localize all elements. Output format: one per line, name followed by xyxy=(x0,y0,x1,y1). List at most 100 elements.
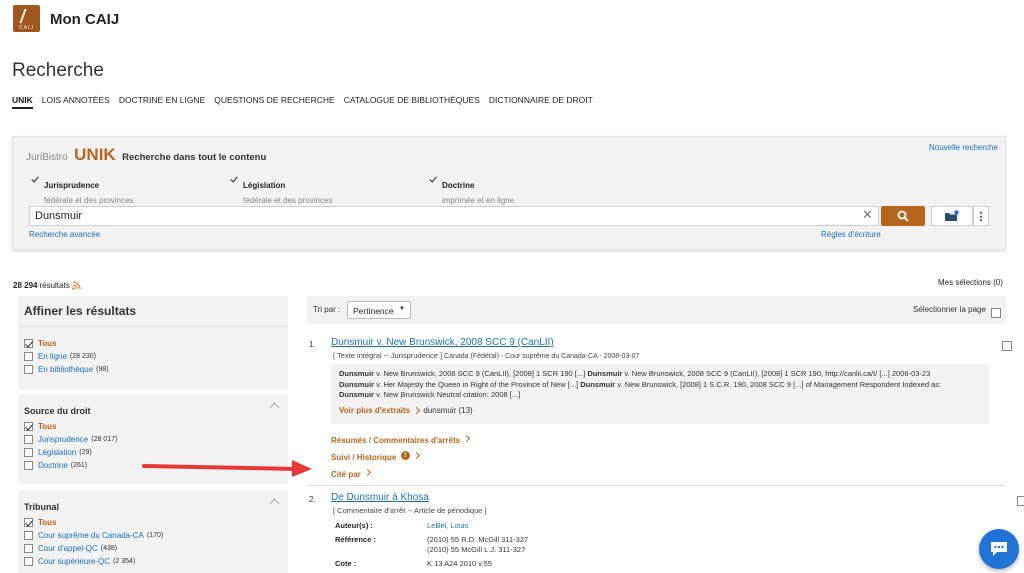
checkbox[interactable] xyxy=(24,448,33,457)
checkbox[interactable] xyxy=(24,365,33,374)
option-label: Législation xyxy=(243,181,286,190)
chevron-right-icon xyxy=(463,435,471,443)
summaries-link[interactable]: Résumés / Commentaires d'arrêts xyxy=(331,436,460,445)
excerpt-text: v. Her Majesty the Queen in Right of the… xyxy=(374,379,581,389)
rss-icon[interactable] xyxy=(71,281,81,290)
chat-button[interactable] xyxy=(979,529,1019,569)
filter-count: (29) xyxy=(79,449,92,456)
search-hit: Dunsmuir xyxy=(580,379,616,389)
result-link-summaries[interactable]: Résumés / Commentaires d'arrêts xyxy=(331,430,471,448)
excerpt-line: Dunsmuir v. Her Majesty the Queen in Rig… xyxy=(339,380,981,391)
checkbox[interactable] xyxy=(24,339,33,348)
filter-group-title: Tribunal xyxy=(24,502,60,512)
checkbox[interactable] xyxy=(24,461,33,470)
result-link-history[interactable]: Suivi / Historique ! xyxy=(331,447,420,465)
filter-tous[interactable]: Tous xyxy=(24,339,282,348)
result-title-link[interactable]: Dunsmuir v. New Brunswick, 2008 SCC 9 (C… xyxy=(331,337,554,348)
result-select-checkbox[interactable] xyxy=(1016,495,1024,506)
checkbox[interactable] xyxy=(24,435,33,444)
excerpt-line: Dunsmuir v. New Brunswick, 2008 SCC 9 (C… xyxy=(339,369,981,380)
result-title-link[interactable]: De Dunsmuir à Khosa xyxy=(331,492,429,503)
result-divider xyxy=(307,485,1006,486)
checkbox[interactable] xyxy=(24,422,33,431)
filter-label[interactable]: Législation xyxy=(38,448,76,457)
refine-panel-availability: Affiner les résultats Tous En ligne (28 2… xyxy=(18,296,288,390)
filter-count: (28 230) xyxy=(69,353,96,360)
checkbox[interactable] xyxy=(24,352,33,361)
filter-count: (98) xyxy=(96,366,109,373)
advanced-search-link[interactable]: Recherche avancée xyxy=(29,230,100,239)
checkbox[interactable] xyxy=(24,531,33,540)
filter-tous[interactable]: Tous xyxy=(24,518,282,527)
filter-label[interactable]: Doctrine xyxy=(38,461,68,470)
option-sub: imprimée et en ligne xyxy=(442,196,515,205)
search-button[interactable] xyxy=(881,206,925,226)
results-count: 28 294 résultats xyxy=(13,281,81,290)
filter-cour-supreme[interactable]: Cour suprême du Canada-CA (170) xyxy=(24,531,282,540)
filter-label[interactable]: Cour supérieure-QC xyxy=(38,557,110,566)
search-input[interactable]: Dunsmuir xyxy=(29,206,879,226)
my-selections-link[interactable]: Mes sélections (0) xyxy=(938,278,1003,287)
result-link-cited-by[interactable]: Cité par xyxy=(331,464,371,482)
unik-label: UNIK xyxy=(74,145,116,164)
caij-logo[interactable]: CAIJ xyxy=(13,5,40,32)
filter-jurisprudence[interactable]: Jurisprudence (28 017) xyxy=(24,435,282,444)
excerpt-text: v. New Brunswick, 2008 SCC 9 (CanLII), [… xyxy=(622,369,931,378)
tab-lois-annotees[interactable]: LOIS ANNOTÉES xyxy=(42,95,110,109)
option-doctrine[interactable]: Doctrine imprimée et en ligne xyxy=(429,175,514,205)
option-label: Doctrine xyxy=(442,181,475,190)
filter-en-ligne[interactable]: En ligne (28 230) xyxy=(24,352,282,361)
tab-doctrine-en-ligne[interactable]: DOCTRINE EN LIGNE xyxy=(119,95,205,109)
sort-select[interactable]: Pertinence ▼ xyxy=(347,301,411,319)
more-options-icon[interactable]: ⋮ xyxy=(973,206,989,226)
filter-label[interactable]: En bibliothèque xyxy=(38,365,93,374)
chat-icon xyxy=(991,542,1007,556)
refine-panel-tribunal: Tribunal Tous Cour suprême du Canada-CA(… xyxy=(18,490,288,573)
option-jurisprudence[interactable]: Jurisprudence fédérale et des provinces xyxy=(31,175,133,205)
chevron-right-icon xyxy=(363,469,371,477)
excerpt-text: v. New Brunswick Neutral citation: 2008 … xyxy=(374,390,521,399)
detail-label-cote: Cote : xyxy=(335,559,357,568)
tab-questions-de-recherche[interactable]: QUESTIONS DE RECHERCHE xyxy=(214,95,334,109)
result-type: [ Commentaire d'arrêt -- Article de péri… xyxy=(333,506,487,515)
save-folder-button[interactable] xyxy=(931,206,973,226)
detail-label-author: Auteur(s) : xyxy=(335,521,373,530)
filter-label[interactable]: Cour suprême du Canada-CA xyxy=(38,531,144,540)
chevron-down-icon: ▼ xyxy=(399,306,405,312)
writing-rules-link[interactable]: Règles d'écriture xyxy=(821,230,881,239)
filter-label: Tous xyxy=(38,518,57,527)
tab-dictionnaire-de-droit[interactable]: DICTIONNAIRE DE DROIT xyxy=(489,95,593,109)
filter-label: Tous xyxy=(38,339,57,348)
filter-label[interactable]: En ligne xyxy=(38,352,67,361)
results-label: résultats xyxy=(39,281,70,290)
reference-value-2: (2010) 55 McGill L.J. 311-327 xyxy=(427,545,526,554)
new-search-link[interactable]: Nouvelle recherche xyxy=(929,143,998,152)
filter-cour-appel[interactable]: Cour d'appel-QC (438) xyxy=(24,544,282,553)
tab-catalogue-bibliotheques[interactable]: CATALOGUE DE BIBLIOTHÈQUES xyxy=(344,95,480,109)
checkbox[interactable] xyxy=(24,557,33,566)
info-icon[interactable]: ! xyxy=(400,451,410,461)
filter-en-bibliotheque[interactable]: En bibliothèque (98) xyxy=(24,365,282,374)
history-link[interactable]: Suivi / Historique xyxy=(331,453,396,462)
tab-bar: UNIK LOIS ANNOTÉES DOCTRINE EN LIGNE QUE… xyxy=(12,95,593,109)
cited-by-link[interactable]: Cité par xyxy=(331,470,361,479)
option-legislation[interactable]: Législation fédérale et des provinces xyxy=(230,175,332,205)
checkbox[interactable] xyxy=(24,518,33,527)
results-toolbar xyxy=(307,296,1006,324)
more-extracts-link[interactable]: Voir plus d'extraits xyxy=(339,406,410,415)
results-number: 28 294 xyxy=(13,281,38,290)
filter-tous[interactable]: Tous xyxy=(24,422,282,431)
annotation-arrow xyxy=(142,460,312,477)
result-select-checkbox[interactable] xyxy=(1002,340,1013,351)
filter-label[interactable]: Jurisprudence xyxy=(38,435,88,444)
tab-unik[interactable]: UNIK xyxy=(12,95,33,109)
author-link[interactable]: LeBel, Louis xyxy=(427,521,468,530)
filter-label[interactable]: Cour d'appel-QC xyxy=(38,544,98,553)
filter-count: (261) xyxy=(70,462,88,469)
chevron-right-icon xyxy=(412,452,420,460)
cote-value: K 13 A24 2010 v.55 xyxy=(427,559,492,568)
checkbox[interactable] xyxy=(24,544,33,553)
select-page-checkbox[interactable] xyxy=(991,307,1001,318)
clear-icon[interactable]: ✕ xyxy=(862,207,873,223)
filter-cour-superieure[interactable]: Cour supérieure-QC (2 354) xyxy=(24,557,282,566)
